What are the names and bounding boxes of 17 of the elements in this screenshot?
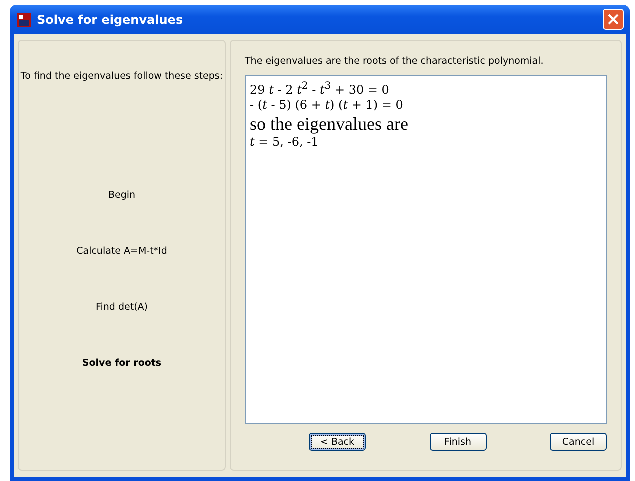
math-expression: 29 t - 2 t$^{2}$ - t$^{3}$ + 30 = 0	[250, 80, 390, 98]
step-label: Begin	[108, 189, 136, 203]
dialog-button[interactable]: Cancel	[550, 433, 607, 451]
steps-intro: To find the eigenvalues follow these steps:	[20, 71, 224, 82]
app-icon	[16, 12, 32, 28]
result-caption: The eigenvalues are the roots of the characteristic polynomial.	[245, 56, 545, 67]
close-button[interactable]	[603, 9, 624, 30]
step-label: Calculate A=M-t*Id	[76, 245, 168, 259]
step-label: Solve for roots	[82, 357, 162, 371]
window-title: Solve for eigenvalues	[37, 12, 184, 26]
dialog-button[interactable]: < Back	[309, 433, 366, 451]
dialog-button[interactable]: Finish	[430, 433, 486, 451]
step-label: Find det(A)	[96, 301, 148, 315]
math-expression: t = 5, -6, -1	[250, 135, 320, 150]
result-heading: so the eigenvalues are	[250, 113, 410, 135]
close-icon	[608, 14, 619, 25]
math-expression: - (t - 5) (6 + t) (t + 1) = 0	[250, 98, 404, 113]
